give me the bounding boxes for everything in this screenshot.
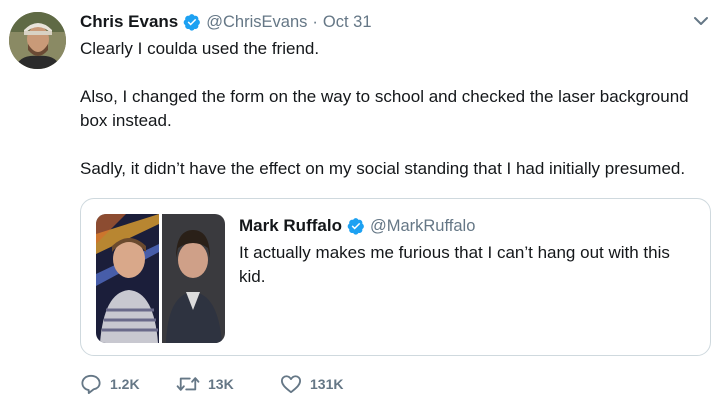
reply-icon [81, 374, 101, 394]
avatar-photo [9, 12, 66, 69]
separator-dot: · [312, 12, 318, 31]
reply-button[interactable]: 1.2K [80, 374, 176, 394]
tweet-actions: 1.2K 13K 131K [80, 373, 343, 395]
retweet-count: 13K [208, 376, 234, 392]
tweet-line: Clearly I coulda used the friend. [80, 39, 320, 58]
school-photos-image [96, 214, 225, 343]
quoted-author-name[interactable]: Mark Ruffalo [239, 216, 342, 236]
quoted-tweet[interactable]: Mark Ruffalo @MarkRuffalo It actually ma… [80, 198, 711, 356]
quoted-tweet-header: Mark Ruffalo @MarkRuffalo [239, 214, 475, 238]
tweet-line: Sadly, it didn’t have the effect on my s… [80, 159, 686, 178]
verified-badge-icon [183, 14, 201, 31]
author-handle[interactable]: @ChrisEvans [206, 13, 307, 32]
tweet-text: Clearly I coulda used the friend. Also, … [80, 37, 720, 181]
tweet-date[interactable]: Oct 31 [323, 13, 372, 32]
chevron-down-icon[interactable] [693, 14, 709, 28]
reply-count: 1.2K [110, 376, 140, 392]
heart-icon [280, 375, 301, 394]
like-count: 131K [310, 376, 344, 392]
author-avatar[interactable] [9, 12, 66, 69]
verified-badge-icon [347, 218, 364, 235]
tweet-card[interactable]: Chris Evans @ChrisEvans · Oct 31 Clearly… [0, 0, 725, 410]
tweet-line: Also, I changed the form on the way to s… [80, 87, 689, 106]
tweet-header: Chris Evans @ChrisEvans · Oct 31 [80, 10, 372, 34]
author-name[interactable]: Chris Evans [80, 12, 178, 32]
tweet-line: box instead. [80, 111, 172, 130]
retweet-icon [176, 377, 200, 391]
like-button[interactable]: 131K [280, 374, 343, 394]
quoted-tweet-image[interactable] [96, 214, 225, 343]
quoted-tweet-text: It actually makes me furious that I can’… [239, 243, 670, 286]
quoted-author-handle[interactable]: @MarkRuffalo [370, 217, 475, 236]
retweet-button[interactable]: 13K [176, 374, 280, 394]
